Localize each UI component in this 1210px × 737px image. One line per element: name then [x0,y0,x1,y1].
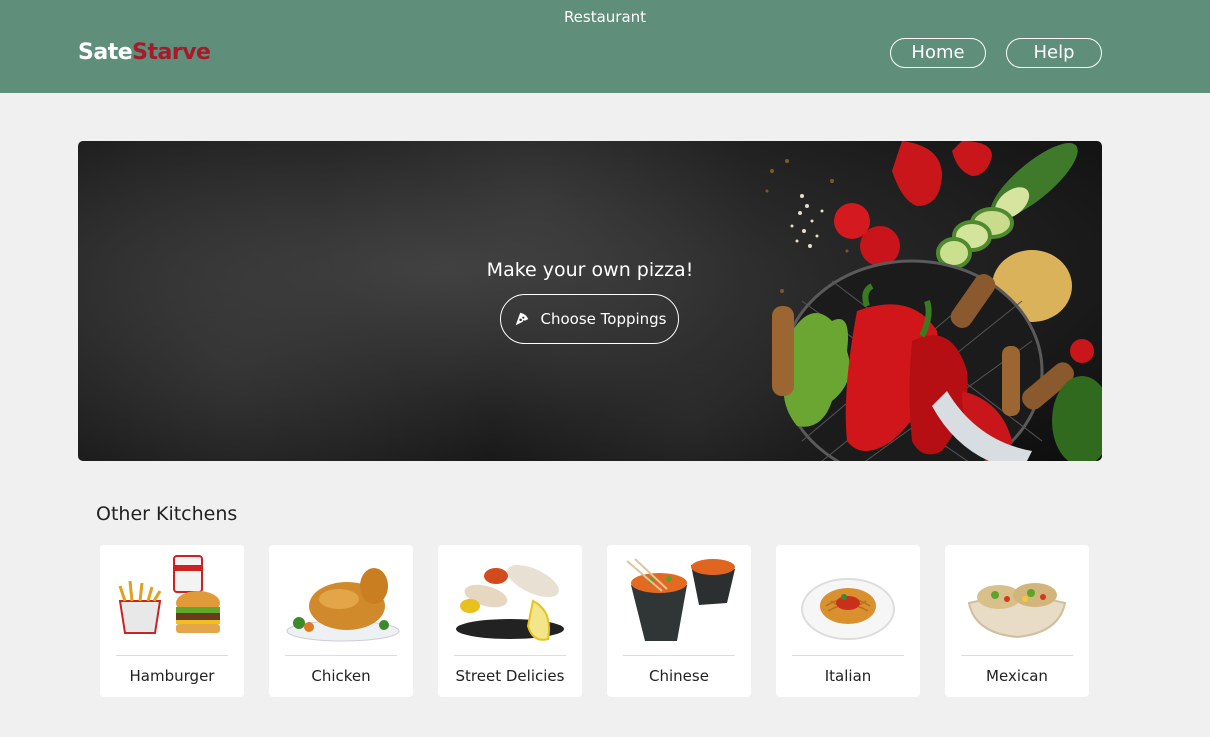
pizza-icon [515,312,528,326]
vegetables-illustration [765,141,1102,461]
kitchen-label: Mexican [986,667,1048,685]
kitchen-label: Hamburger [129,667,215,685]
kitchen-label: Chicken [311,667,371,685]
chinese-food-image [626,558,735,641]
card-divider [454,655,566,656]
help-button[interactable]: Help [1006,38,1102,68]
brand-part-2: Starve [132,40,211,65]
kitchen-label: Italian [824,667,872,685]
card-divider [623,655,735,656]
kitchen-card-italian[interactable]: Italian [776,545,920,697]
top-navbar: Restaurant SateStarve Home Help [0,0,1210,93]
italian-food-image [801,578,895,640]
kitchen-label: Street Delicies [455,667,565,685]
other-kitchens-title: Other Kitchens [96,503,238,525]
choose-toppings-button[interactable]: Choose Toppings [500,294,679,344]
mexican-food-image [967,583,1067,639]
card-divider [792,655,904,656]
chicken-image [286,568,400,642]
brand-logo[interactable]: SateStarve [78,40,211,65]
app-title: Restaurant [563,8,647,26]
kitchen-card-chicken[interactable]: Chicken [269,545,413,697]
hero-banner: Make your own pizza! Choose Toppings [78,141,1102,461]
kitchen-card-hamburger[interactable]: Hamburger [100,545,244,697]
brand-part-1: Sate [78,40,133,65]
hero-headline: Make your own pizza! [486,259,694,281]
choose-toppings-label: Choose Toppings [540,310,667,328]
street-food-image [456,564,564,641]
card-divider [116,655,228,656]
card-divider [285,655,397,656]
home-button[interactable]: Home [890,38,986,68]
card-divider [961,655,1073,656]
kitchen-card-mexican[interactable]: Mexican [945,545,1089,697]
kitchen-card-chinese[interactable]: Chinese [607,545,751,697]
hamburger-image [118,555,220,634]
kitchen-card-street-delicies[interactable]: Street Delicies [438,545,582,697]
kitchen-label: Chinese [649,667,709,685]
